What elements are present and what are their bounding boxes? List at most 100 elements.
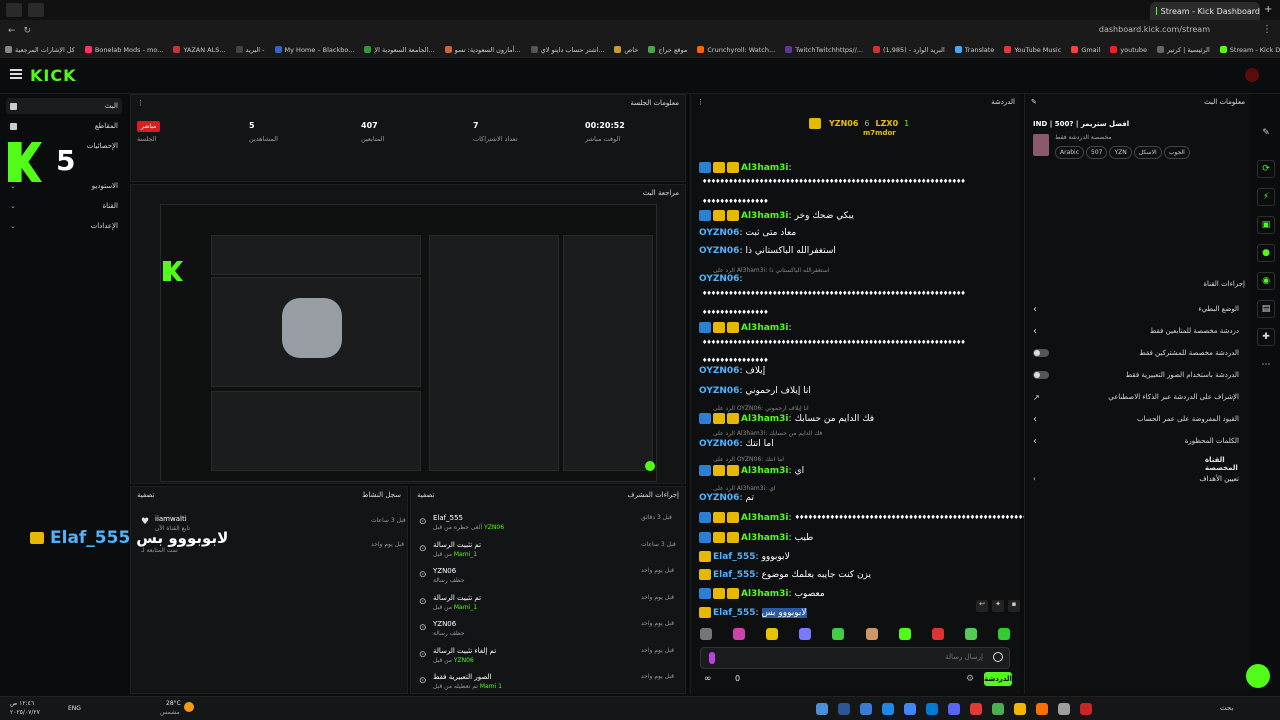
chat-message[interactable]: OYZN06: معاد متى ثبت [699,228,796,238]
more-icon[interactable]: ⋮ [137,99,144,107]
bookmark-item[interactable]: الجامعة السعودية الإ... [359,46,439,54]
delete-icon[interactable]: ▪ [1008,600,1020,612]
chat-username[interactable]: Al3ham3i [741,589,789,599]
emote-icon[interactable] [898,628,911,640]
more-icon[interactable]: ⋮ [697,98,704,106]
chat-input[interactable]: إرسال رسالة [700,647,1010,669]
taskbar-app-icon[interactable] [1014,703,1026,715]
emoji-icon[interactable] [993,652,1003,662]
reload-icon[interactable]: ↻ [24,26,32,36]
taskbar-app-icon[interactable] [1036,703,1048,715]
chat-message[interactable]: ♦♦♦♦♦♦♦♦♦♦♦♦♦♦♦ [699,357,769,364]
toggle-switch[interactable] [1033,349,1049,357]
chat-username[interactable]: OYZN06 [699,386,739,396]
address-bar[interactable]: ← ↻ dashboard.kick.com/stream ⋮ [0,20,1280,42]
share-icon[interactable]: ⋯ [1257,356,1275,374]
chat-bubble-icon[interactable]: ● [1257,244,1275,262]
chat-message[interactable]: Elaf_555: لابوبووو بس [699,607,807,618]
emote-icon[interactable] [931,628,944,640]
pencil-icon[interactable]: ✎ [1257,124,1275,142]
url-text[interactable]: dashboard.kick.com/stream [1099,25,1210,34]
bookmark-item[interactable]: أمازون السعودية: تسو... [440,46,526,54]
taskbar-search[interactable]: بحث [1220,704,1233,712]
bookmark-item[interactable]: موقع حراج [643,46,692,54]
bookmark-item[interactable]: اشتر حساب دايتو لاي... [526,46,610,54]
channel-action-row[interactable]: الدردشة باستخدام الصور التعبيرية فقط [1029,366,1243,384]
mic-icon[interactable] [709,652,715,664]
sidebar-item-channel[interactable]: ⌄ القناة [6,198,122,214]
taskbar-app-icon[interactable] [926,703,938,715]
bookmark-item[interactable]: كل الإشارات المرجعية [0,46,80,54]
toggle-switch[interactable] [1033,371,1049,379]
sync-icon[interactable]: ⟳ [1257,160,1275,178]
emote-icon[interactable] [700,628,712,640]
stream-tag[interactable]: YZN [1109,146,1132,159]
taskbar-app-icon[interactable] [838,703,850,715]
taskbar-app-icon[interactable] [860,703,872,715]
channel-action-row[interactable]: دردشة مخصصة للمتابعين فقط › [1029,322,1243,340]
stream-preview-video[interactable] [160,204,657,482]
set-goals-row[interactable]: تعيين الأهداف › [1029,470,1243,488]
chat-message[interactable]: OYZN06: تم [699,493,754,503]
channel-action-row[interactable]: الكلمات المحظورة › [1029,432,1243,450]
taskbar-app-icon[interactable] [882,703,894,715]
send-chat-button[interactable]: الدردشة [984,672,1012,686]
window-icon[interactable] [6,3,22,17]
bookmark-item[interactable]: Crunchyroll: Watch... [692,46,780,54]
chat-username[interactable]: Elaf_555 [713,608,756,618]
bolt-icon[interactable]: ⚡ [1257,188,1275,206]
mod-action-by[interactable]: YZN06 [484,524,504,531]
pinned-user[interactable]: LZX0 [876,119,899,128]
tab-kick-dashboard[interactable]: Stream - Kick Dashboard [1150,2,1260,20]
chat-username[interactable]: Al3ham3i [741,211,789,221]
channel-action-row[interactable]: الوضع البطيء › [1029,300,1243,318]
chat-username[interactable]: OYZN06 [699,366,739,376]
emote-icon[interactable] [733,628,746,640]
stream-tag[interactable]: الاسكل [1133,146,1162,159]
chat-username[interactable]: OYZN06 [699,246,739,256]
chat-message[interactable]: OYZN06: اما انتك [699,439,774,449]
chat-username[interactable]: Al3ham3i [741,163,789,173]
emote-icon[interactable] [997,628,1010,640]
chat-message[interactable]: Al3ham3i: طيب [699,532,813,543]
taskbar-app-icon[interactable] [1080,703,1092,715]
emote-icon[interactable] [865,628,878,640]
chat-username[interactable]: Al3ham3i [741,414,789,424]
taskbar-app-icon[interactable] [816,703,828,715]
chat-message[interactable]: OYZN06: انا إيلاف ارحموني [699,386,811,396]
chat-username[interactable]: Al3ham3i [741,533,789,543]
sidebar-item-stream[interactable]: البث [6,98,122,114]
settings-gear-icon[interactable]: ⚙ [966,674,974,684]
mod-action-by[interactable]: YZN06 [454,657,474,664]
bookmark-item[interactable]: الرئيسية | كرتير [1152,46,1215,54]
stream-tag[interactable]: الجوب [1163,146,1190,159]
broadcast-icon[interactable]: ◉ [1257,272,1275,290]
chat-message[interactable]: ♦♦♦♦♦♦♦♦♦♦♦♦♦♦♦ [699,309,769,316]
chat-message[interactable]: Al3ham3i: اي [699,465,804,476]
chat-username[interactable]: Al3ham3i [741,466,789,476]
chat-username[interactable]: Al3ham3i [741,323,789,333]
taskbar-app-icon[interactable] [970,703,982,715]
channel-action-row[interactable]: القيود المفروضة على عمر الحساب › [1029,410,1243,428]
chat-message[interactable]: OYZN06: [699,274,745,284]
chat-username[interactable]: OYZN06 [699,493,739,503]
calendar-icon[interactable]: ▤ [1257,300,1275,318]
bookmark-item[interactable]: خاص [609,46,643,54]
chat-message[interactable]: ♦♦♦♦♦♦♦♦♦♦♦♦♦♦♦♦♦♦♦♦♦♦♦♦♦♦♦♦♦♦♦♦♦♦♦♦♦♦♦♦… [699,339,966,346]
chat-message[interactable]: OYZN06: إيلاف [699,366,765,376]
activity-filter[interactable]: تصفية [137,491,154,499]
bookmark-item[interactable]: TwitchTwitchhttps//... [780,46,868,54]
menu-icon[interactable]: ⋮ [1262,24,1272,35]
reply-icon[interactable]: ↩ [976,600,988,612]
tab-search-icon[interactable] [28,3,44,17]
chat-username[interactable]: OYZN06 [699,228,739,238]
wrench-icon[interactable]: ✚ [1257,328,1275,346]
bookmark-item[interactable]: Gmail [1066,46,1105,54]
taskbar-lang[interactable]: ENG [68,705,81,712]
sidebar-item-settings[interactable]: ⌄ الإعدادات [6,218,122,234]
kick-logo[interactable]: KICK [30,66,77,85]
hamburger-menu-icon[interactable] [10,69,22,79]
help-chat-icon[interactable] [1246,664,1270,688]
emote-icon[interactable] [832,628,845,640]
bookmark-item[interactable]: (1,985) - البريد الوارد [868,46,950,54]
